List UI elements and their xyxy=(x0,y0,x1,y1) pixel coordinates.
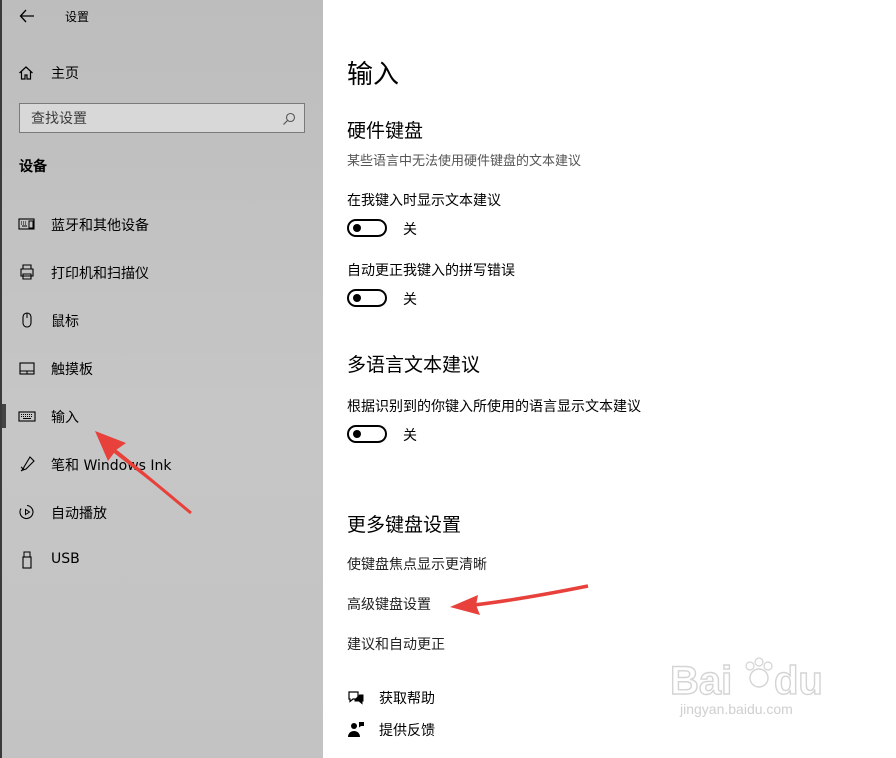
sidebar-item-mouse[interactable]: 鼠标 xyxy=(0,300,323,340)
home-label: 主页 xyxy=(51,66,79,82)
link-suggestions-autocorrect[interactable]: 建议和自动更正 xyxy=(347,634,445,654)
sidebar: 设置 主页 设备 蓝牙和其他设备 打印机和扫描仪 鼠标 xyxy=(0,0,323,758)
toggle-state-label: 关 xyxy=(403,222,417,238)
sidebar-item-touchpad[interactable]: 触摸板 xyxy=(0,348,323,388)
printer-icon xyxy=(18,263,36,281)
sidebar-item-label: USB xyxy=(51,551,80,567)
option-label-show-suggestions: 在我键入时显示文本建议 xyxy=(347,193,501,209)
sidebar-item-pen[interactable]: 笔和 Windows Ink xyxy=(0,444,323,484)
sidebar-item-typing[interactable]: 输入 xyxy=(0,396,323,436)
sidebar-item-label: 自动播放 xyxy=(51,506,107,522)
selected-indicator xyxy=(2,404,6,428)
app-title: 设置 xyxy=(65,10,90,24)
bluetooth-devices-icon xyxy=(18,215,36,233)
baidu-watermark: Bai du jingyan.baidu.com xyxy=(669,650,850,722)
link-keyboard-focus[interactable]: 使键盘焦点显示更清晰 xyxy=(347,554,487,574)
section-heading-hardware-keyboard: 硬件键盘 xyxy=(347,120,424,142)
option-label-multilingual-suggestions: 根据识别到的你键入所使用的语言显示文本建议 xyxy=(347,399,641,415)
sidebar-item-usb[interactable]: USB xyxy=(0,540,323,580)
section-heading-multilingual: 多语言文本建议 xyxy=(347,354,481,376)
autoplay-icon xyxy=(18,503,36,521)
feedback-person-icon xyxy=(348,722,364,737)
toggle-state-label: 关 xyxy=(403,428,417,444)
svg-text:jingyan.baidu.com: jingyan.baidu.com xyxy=(679,701,793,717)
mouse-icon xyxy=(18,311,36,329)
usb-icon xyxy=(18,551,36,569)
get-help-link[interactable]: 获取帮助 xyxy=(347,687,435,709)
svg-text:du: du xyxy=(774,659,823,703)
toggle-multilingual-suggestions[interactable] xyxy=(347,425,387,443)
sidebar-item-label: 输入 xyxy=(51,410,79,426)
help-chat-icon xyxy=(348,691,364,705)
sidebar-item-label: 鼠标 xyxy=(51,314,79,330)
keyboard-icon xyxy=(18,407,36,425)
sidebar-item-label: 笔和 Windows Ink xyxy=(51,458,172,474)
toggle-autocorrect[interactable] xyxy=(347,289,387,307)
toggle-knob xyxy=(353,224,361,232)
toggle-knob xyxy=(353,294,361,302)
toggle-show-suggestions[interactable] xyxy=(347,219,387,237)
sidebar-item-label: 触摸板 xyxy=(51,362,93,378)
option-label-autocorrect: 自动更正我键入的拼写错误 xyxy=(347,263,515,279)
feedback-link[interactable]: 提供反馈 xyxy=(347,719,435,741)
link-advanced-keyboard-settings[interactable]: 高级键盘设置 xyxy=(347,594,431,614)
section-title-devices: 设备 xyxy=(19,159,47,175)
toggle-state-label: 关 xyxy=(403,292,417,308)
touchpad-icon xyxy=(18,359,36,377)
back-arrow-icon[interactable] xyxy=(18,6,36,26)
svg-text:Bai: Bai xyxy=(670,659,732,703)
sidebar-item-label: 蓝牙和其他设备 xyxy=(51,218,149,234)
search-icon[interactable] xyxy=(282,111,296,130)
home-icon xyxy=(19,66,33,80)
page-title: 输入 xyxy=(347,60,400,90)
sidebar-item-autoplay[interactable]: 自动播放 xyxy=(0,492,323,532)
section-heading-more-keyboard-settings: 更多键盘设置 xyxy=(347,514,462,536)
get-help-label: 获取帮助 xyxy=(379,691,435,707)
sidebar-item-printers[interactable]: 打印机和扫描仪 xyxy=(0,252,323,292)
section-description: 某些语言中无法使用硬件键盘的文本建议 xyxy=(347,154,582,169)
search-input[interactable] xyxy=(20,104,273,133)
toggle-knob xyxy=(353,430,361,438)
feedback-label: 提供反馈 xyxy=(379,723,435,739)
sidebar-item-label: 打印机和扫描仪 xyxy=(51,266,149,282)
title-bar: 设置 xyxy=(0,0,323,34)
pen-icon xyxy=(18,455,36,473)
sidebar-item-bluetooth[interactable]: 蓝牙和其他设备 xyxy=(0,204,323,244)
sidebar-home[interactable]: 主页 xyxy=(18,60,308,86)
main-panel: 输入 硬件键盘 某些语言中无法使用硬件键盘的文本建议 在我键入时显示文本建议 关… xyxy=(323,0,896,758)
search-box[interactable] xyxy=(19,103,305,133)
